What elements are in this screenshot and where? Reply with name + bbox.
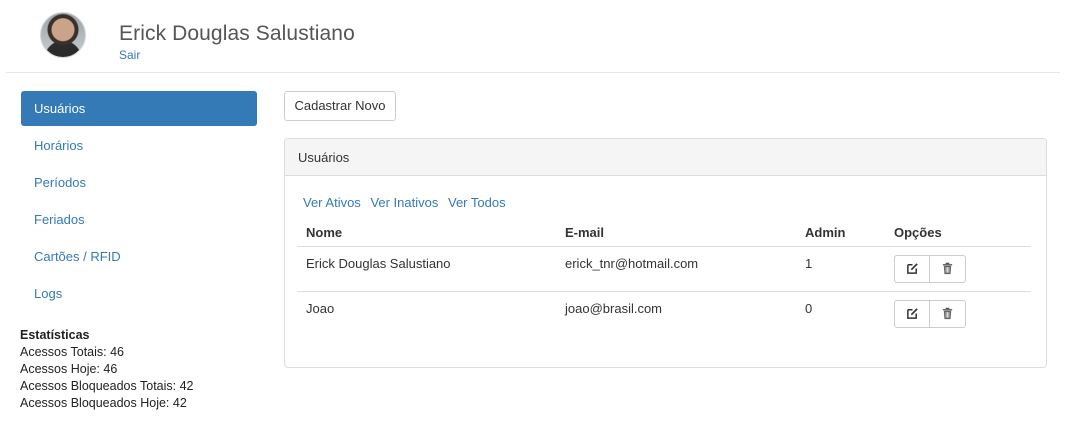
cell-email: erick_tnr@hotmail.com <box>565 255 699 271</box>
row-actions <box>894 254 966 283</box>
user-name: Erick Douglas Salustiano <box>119 22 355 45</box>
column-header-email: E-mail <box>556 219 796 247</box>
cell-name: Joao <box>297 290 556 336</box>
stat-today-access: Acessos Hoje: 46 <box>20 362 118 376</box>
delete-button[interactable] <box>930 299 966 328</box>
column-header-admin: Admin <box>796 219 885 247</box>
column-header-name: Nome <box>297 219 556 247</box>
sidebar-nav: Usuários Horários Períodos Feriados Cart… <box>21 91 257 313</box>
stat-total-access: Acessos Totais: 46 <box>20 345 124 359</box>
filter-inactive-link[interactable]: Ver Inativos <box>370 195 438 210</box>
edit-button[interactable] <box>894 254 930 283</box>
row-actions <box>894 299 966 328</box>
users-table: Nome E-mail Admin Opções Erick Douglas S… <box>297 219 1031 336</box>
column-header-options: Opções <box>885 219 1031 247</box>
edit-icon <box>906 308 918 319</box>
sidebar-item-logs[interactable]: Logs <box>21 276 257 311</box>
trash-icon <box>942 307 953 320</box>
cell-admin: 0 <box>796 290 885 336</box>
avatar[interactable] <box>40 12 86 58</box>
table-row: Joao joao@brasil.com 0 <box>297 290 1031 336</box>
stat-total-blocked: Acessos Bloqueados Totais: 42 <box>20 379 194 393</box>
cell-options <box>885 246 1031 291</box>
cell-admin: 1 <box>805 255 813 271</box>
sidebar-item-horarios[interactable]: Horários <box>21 128 257 163</box>
panel-title: Usuários <box>285 139 1046 176</box>
sidebar-item-usuarios[interactable]: Usuários <box>21 91 257 126</box>
sidebar-item-feriados[interactable]: Feriados <box>21 202 257 237</box>
cell-name: Erick Douglas Salustiano <box>306 255 451 271</box>
statistics-section: Estatísticas Acessos Totais: 46 Acessos … <box>20 327 194 412</box>
filter-active-link[interactable]: Ver Ativos <box>303 195 361 210</box>
header-divider <box>6 72 1060 73</box>
delete-button[interactable] <box>930 254 966 283</box>
cell-email: joao@brasil.com <box>556 290 796 336</box>
filter-all-link[interactable]: Ver Todos <box>448 195 506 210</box>
table-row: Erick Douglas Salustiano erick_tnr@hotma… <box>297 246 1031 291</box>
users-panel: Usuários Ver Ativos Ver Inativos Ver Tod… <box>284 138 1047 368</box>
logout-link[interactable]: Sair <box>119 48 140 62</box>
filter-links: Ver Ativos Ver Inativos Ver Todos <box>303 195 512 210</box>
trash-icon <box>942 262 953 275</box>
sidebar-item-cartoes-rfid[interactable]: Cartões / RFID <box>21 239 257 274</box>
sidebar-item-periodos[interactable]: Períodos <box>21 165 257 200</box>
new-user-button[interactable]: Cadastrar Novo <box>284 91 396 121</box>
table-header-row: Nome E-mail Admin Opções <box>297 219 1031 247</box>
edit-icon <box>906 263 918 274</box>
cell-options <box>885 290 1031 336</box>
stat-today-blocked: Acessos Bloqueados Hoje: 42 <box>20 396 187 410</box>
header: Erick Douglas Salustiano Sair <box>0 0 1071 73</box>
edit-button[interactable] <box>894 299 930 328</box>
statistics-title: Estatísticas <box>20 328 90 342</box>
